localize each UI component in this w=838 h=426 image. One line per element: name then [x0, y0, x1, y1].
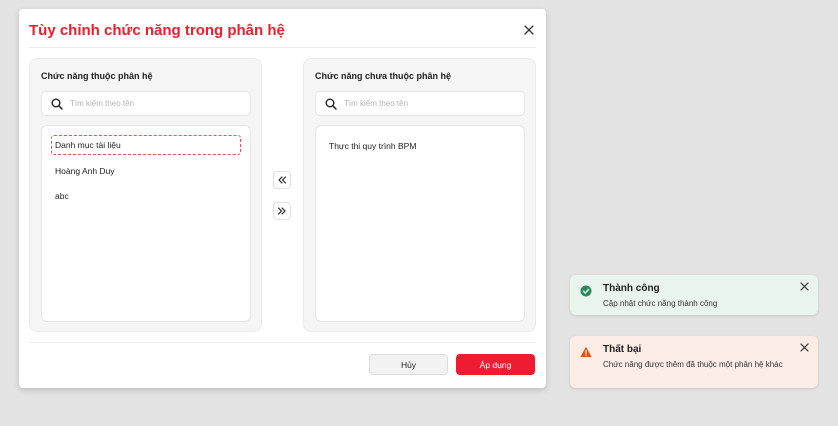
- list-item[interactable]: Danh mục tài liệu: [51, 135, 241, 155]
- toast-title: Thất bại: [603, 344, 642, 355]
- close-icon[interactable]: [800, 282, 809, 291]
- panel-title: Chức năng chưa thuộc phân hệ: [315, 71, 452, 81]
- search-box: [41, 91, 251, 116]
- toast-title: Thành công: [603, 283, 660, 294]
- assigned-functions-list: Danh mục tài liệu Hoàng Anh Duy abc: [41, 125, 251, 322]
- search-input[interactable]: [344, 99, 514, 108]
- panel-title: Chức năng thuộc phân hệ: [41, 71, 153, 81]
- close-icon[interactable]: [800, 343, 809, 352]
- unassigned-functions-list: Thực thi quy trình BPM: [315, 125, 525, 322]
- check-circle-icon: [580, 285, 592, 297]
- error-toast: Thất bại Chức năng được thêm đã thuộc mộ…: [570, 336, 818, 388]
- list-item[interactable]: abc: [51, 186, 241, 206]
- footer-divider: [29, 342, 536, 343]
- search-icon: [51, 98, 63, 110]
- modal-title: Tùy chỉnh chức năng trong phân hệ: [29, 22, 285, 39]
- warning-triangle-icon: [580, 346, 592, 357]
- list-item[interactable]: Hoàng Anh Duy: [51, 161, 241, 181]
- header-divider: [29, 47, 536, 48]
- cancel-button[interactable]: Hủy: [369, 354, 448, 375]
- close-button[interactable]: [522, 23, 536, 37]
- search-icon: [325, 98, 337, 110]
- close-icon: [524, 25, 534, 35]
- toast-message: Cập nhật chức năng thành công: [603, 299, 718, 308]
- double-chevron-left-icon: [278, 176, 287, 184]
- search-box: [315, 91, 525, 116]
- move-right-button[interactable]: [273, 202, 291, 220]
- toast-message: Chức năng được thêm đã thuộc một phân hệ…: [603, 360, 783, 369]
- success-toast: Thành công Cập nhật chức năng thành công: [570, 275, 818, 315]
- move-left-button[interactable]: [273, 171, 291, 189]
- customize-functions-modal: Tùy chỉnh chức năng trong phân hệ Chức n…: [19, 9, 546, 388]
- double-chevron-right-icon: [277, 207, 286, 215]
- unassigned-functions-panel: Chức năng chưa thuộc phân hệ Thực thi qu…: [303, 58, 536, 332]
- modal-header: Tùy chỉnh chức năng trong phân hệ: [19, 9, 546, 48]
- search-input[interactable]: [70, 99, 240, 108]
- list-item[interactable]: Thực thi quy trình BPM: [325, 136, 515, 156]
- assigned-functions-panel: Chức năng thuộc phân hệ Danh mục tài liệ…: [29, 58, 262, 332]
- apply-button[interactable]: Áp dụng: [456, 354, 535, 375]
